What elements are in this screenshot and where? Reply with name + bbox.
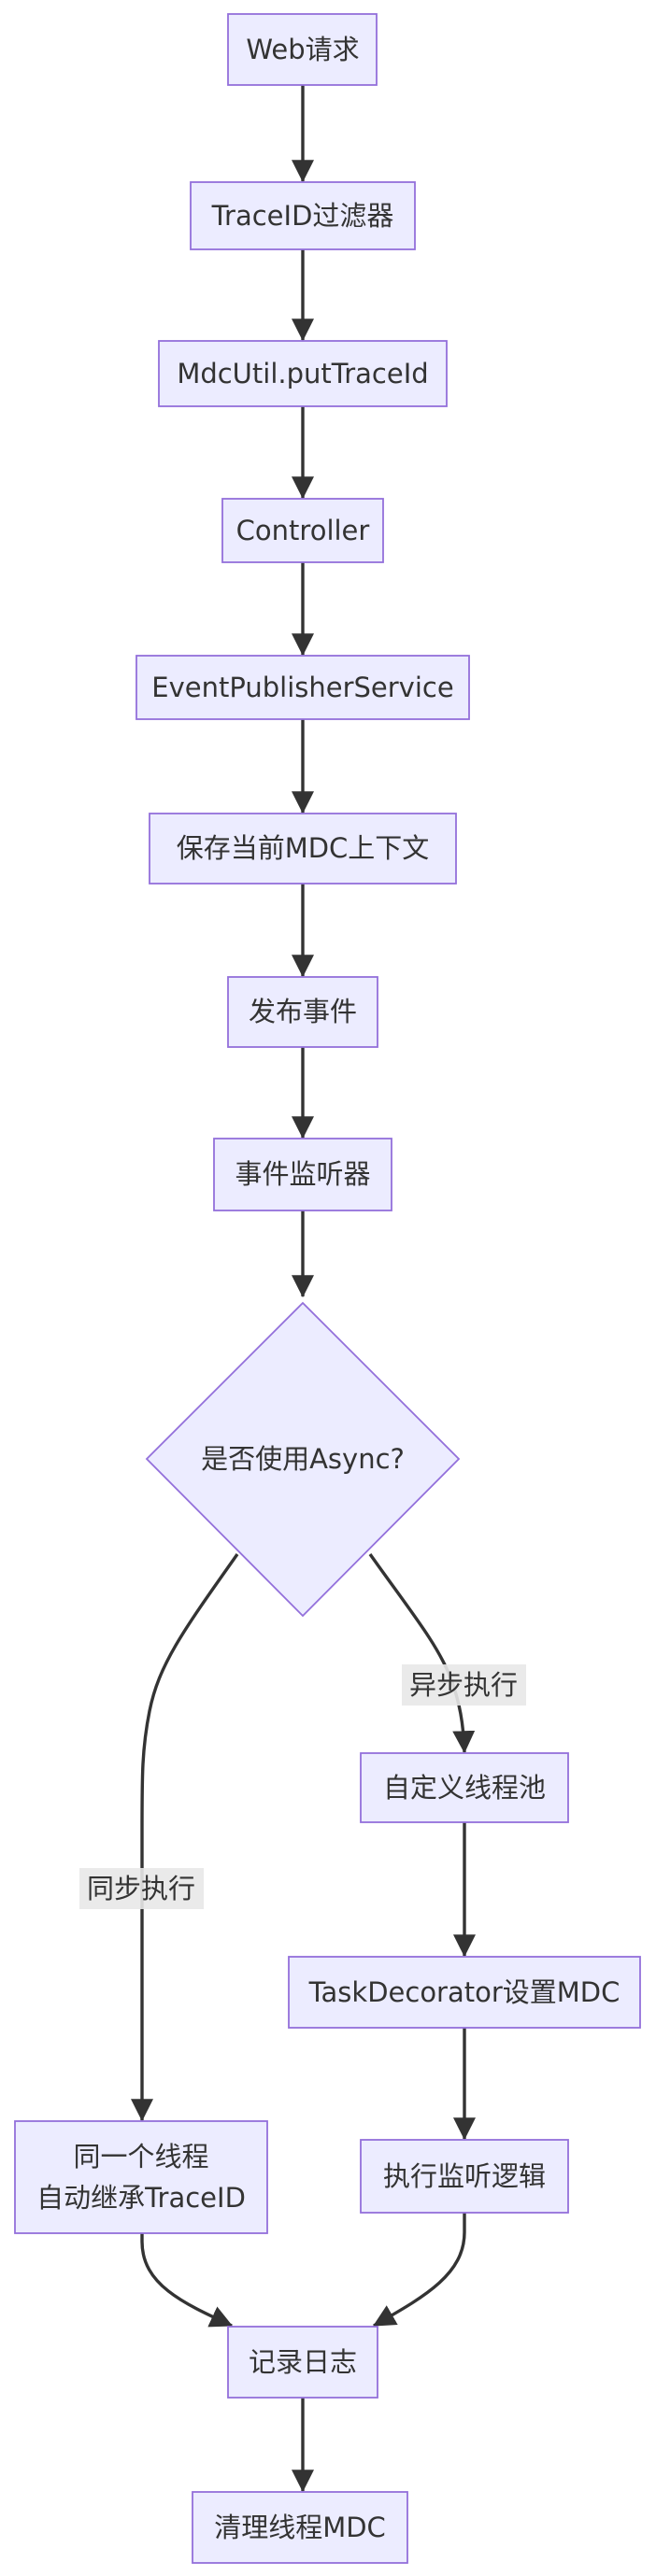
edge-run-to-log — [372, 2213, 466, 2328]
node-same-thread-label-line2: 自动继承TraceID — [36, 2182, 246, 2214]
node-same-thread-label-line1: 同一个线程 — [73, 2141, 208, 2173]
node-task-decorator-label: TaskDecorator设置MDC — [308, 1976, 620, 2008]
node-controller: Controller — [221, 498, 384, 563]
edge-samethread-to-log — [140, 2233, 234, 2328]
edge-decision-to-pool — [368, 1553, 476, 1754]
node-save-mdc-label: 保存当前MDC上下文 — [177, 832, 430, 864]
node-task-decorator: TaskDecorator设置MDC — [288, 1956, 641, 2029]
node-web-request-label: Web请求 — [246, 34, 359, 65]
node-clear-mdc: 清理线程MDC — [192, 2491, 408, 2564]
node-run-listener-label: 执行监听逻辑 — [383, 2160, 546, 2192]
edge-label-async: 异步执行 — [402, 1664, 526, 1706]
node-controller-label: Controller — [236, 515, 370, 546]
node-traceid-filter: TraceID过滤器 — [190, 181, 416, 250]
node-save-mdc: 保存当前MDC上下文 — [149, 813, 457, 885]
node-event-listener: 事件监听器 — [213, 1138, 392, 1211]
node-run-listener: 执行监听逻辑 — [360, 2139, 569, 2214]
node-clear-mdc-label: 清理线程MDC — [214, 2512, 386, 2543]
node-publish-event-label: 发布事件 — [249, 996, 357, 1027]
node-custom-pool-label: 自定义线程池 — [383, 1772, 546, 1804]
edge-label-async-text: 异步执行 — [409, 1669, 518, 1701]
node-same-thread: 同一个线程 自动继承TraceID — [14, 2120, 268, 2234]
node-event-publisher: EventPublisherService — [135, 655, 470, 720]
decision-use-async-label: 是否使用Async? — [201, 1443, 405, 1475]
node-traceid-filter-label: TraceID过滤器 — [211, 200, 394, 232]
node-write-log-label: 记录日志 — [249, 2346, 357, 2378]
edge-decision-to-samethread — [131, 1553, 239, 2122]
node-publish-event: 发布事件 — [227, 976, 378, 1048]
edge-label-sync: 同步执行 — [79, 1868, 204, 1909]
node-mdc-put: MdcUtil.putTraceId — [158, 340, 448, 407]
node-write-log: 记录日志 — [227, 2326, 378, 2399]
node-mdc-put-label: MdcUtil.putTraceId — [177, 358, 428, 389]
node-custom-pool: 自定义线程池 — [360, 1752, 569, 1823]
node-event-listener-label: 事件监听器 — [235, 1158, 370, 1190]
decision-use-async: 是否使用Async? — [145, 1301, 461, 1618]
node-event-publisher-label: EventPublisherService — [151, 672, 453, 703]
edge-label-sync-text: 同步执行 — [87, 1873, 195, 1904]
flowchart: 异步执行 同步执行 Web请求 TraceID过滤器 MdcUtil.putTr… — [14, 13, 641, 2564]
node-web-request: Web请求 — [227, 13, 378, 86]
